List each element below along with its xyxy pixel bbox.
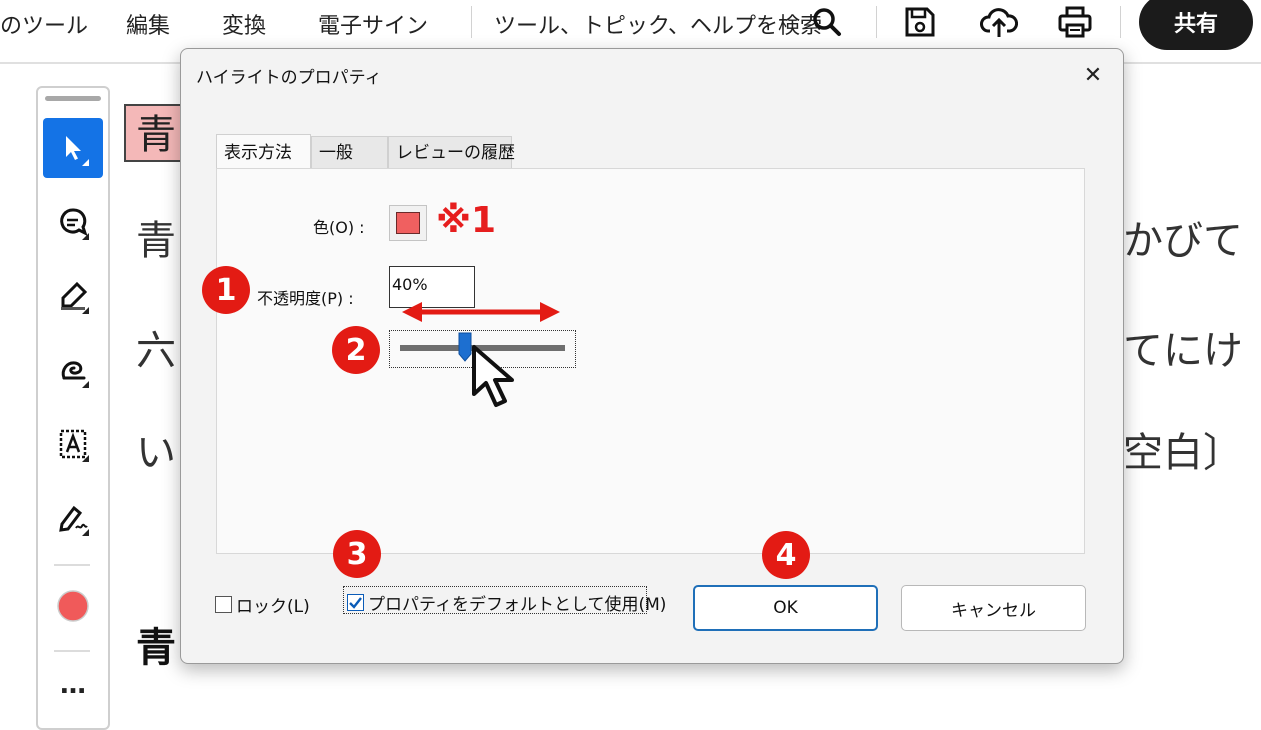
annotation-note-1: ※1 xyxy=(436,200,497,241)
use-as-default-checkbox[interactable] xyxy=(347,594,364,611)
doc-highlighted-heading: 青 xyxy=(124,104,182,162)
tool-flyout-indicator xyxy=(82,381,89,388)
share-button[interactable]: 共有 xyxy=(1139,0,1253,50)
close-icon[interactable]: ✕ xyxy=(1079,61,1107,89)
tool-flyout-indicator xyxy=(82,159,89,166)
toolbar-grip[interactable] xyxy=(45,96,101,101)
menu-bar: のツール 編集 変換 電子サイン ツール、トピック、ヘルプを検索 共有 xyxy=(0,0,1261,50)
tab-appearance[interactable]: 表示方法 xyxy=(216,134,311,169)
search-icon[interactable] xyxy=(809,4,845,40)
menu-convert[interactable]: 変換 xyxy=(222,8,266,40)
select-tool[interactable] xyxy=(43,118,103,178)
step-badge-1: 1 xyxy=(202,266,250,314)
doc-line-3-left: い xyxy=(136,430,176,476)
comment-tool[interactable] xyxy=(43,192,103,252)
use-as-default-checkbox-row[interactable]: プロパティをデフォルトとして使用(M) xyxy=(347,590,666,615)
doc-line-2-right: てにけ xyxy=(1123,328,1243,374)
highlight-tool[interactable] xyxy=(43,266,103,326)
cloud-upload-icon[interactable] xyxy=(980,4,1019,40)
print-icon[interactable] xyxy=(1056,4,1092,40)
doc-line-1-right: かびて xyxy=(1123,218,1243,264)
lock-checkbox-row[interactable]: ロック(L) xyxy=(215,592,310,617)
step-badge-4: 4 xyxy=(762,531,810,579)
checkmark-icon xyxy=(349,597,362,609)
cancel-button[interactable]: キャンセル xyxy=(901,585,1086,631)
menu-divider xyxy=(1120,6,1121,38)
step-badge-2: 2 xyxy=(332,326,380,374)
lock-checkbox[interactable] xyxy=(215,596,232,613)
menu-edit[interactable]: 編集 xyxy=(126,8,170,40)
more-tools-icon[interactable]: … xyxy=(60,670,86,700)
tab-general[interactable]: 一般 xyxy=(311,136,388,168)
color-swatch xyxy=(396,212,420,234)
tab-review-history[interactable]: レビューの履歴 xyxy=(388,136,515,168)
tool-flyout-indicator xyxy=(82,307,89,314)
color-swatch-button[interactable] xyxy=(389,205,427,241)
doc-bottom-heading: 青 xyxy=(136,625,176,671)
quick-tools-toolbar: … xyxy=(36,86,110,730)
dialog-title: ハイライトのプロパティ xyxy=(196,68,382,88)
tool-flyout-indicator xyxy=(82,233,89,240)
step-badge-3: 3 xyxy=(333,530,381,578)
opacity-label: 不透明度(P) : xyxy=(257,289,354,308)
menu-divider xyxy=(471,6,472,38)
save-icon[interactable] xyxy=(902,4,938,40)
menu-esign[interactable]: 電子サイン xyxy=(318,8,428,40)
color-label: 色(O) : xyxy=(313,218,365,237)
lock-label: ロック(L) xyxy=(236,597,310,617)
draw-tool[interactable] xyxy=(43,340,103,400)
doc-line-3-right: 空白〕 xyxy=(1123,430,1243,476)
color-picker-tool[interactable] xyxy=(43,576,103,636)
doc-line-1-left: 青 xyxy=(136,218,176,264)
sign-tool[interactable] xyxy=(43,488,103,548)
toolbar-divider xyxy=(54,650,90,652)
search-tools-label[interactable]: ツール、トピック、ヘルプを検索 xyxy=(494,8,822,40)
menu-all-tools[interactable]: のツール xyxy=(0,8,88,40)
text-box-tool[interactable] xyxy=(43,414,103,474)
color-dot-icon xyxy=(57,590,89,622)
ok-button[interactable]: OK xyxy=(693,585,878,631)
doc-line-2-left: 六 xyxy=(136,328,176,374)
drag-double-arrow-icon xyxy=(402,302,560,322)
tool-flyout-indicator xyxy=(82,455,89,462)
menu-divider xyxy=(876,6,877,38)
mouse-pointer-icon xyxy=(472,345,514,407)
tool-flyout-indicator xyxy=(82,529,89,536)
use-as-default-label: プロパティをデフォルトとして使用(M) xyxy=(368,595,667,615)
highlight-properties-dialog: ハイライトのプロパティ ✕ 表示方法 一般 レビューの履歴 色(O) : ※1 … xyxy=(180,48,1124,664)
toolbar-divider xyxy=(54,564,90,566)
